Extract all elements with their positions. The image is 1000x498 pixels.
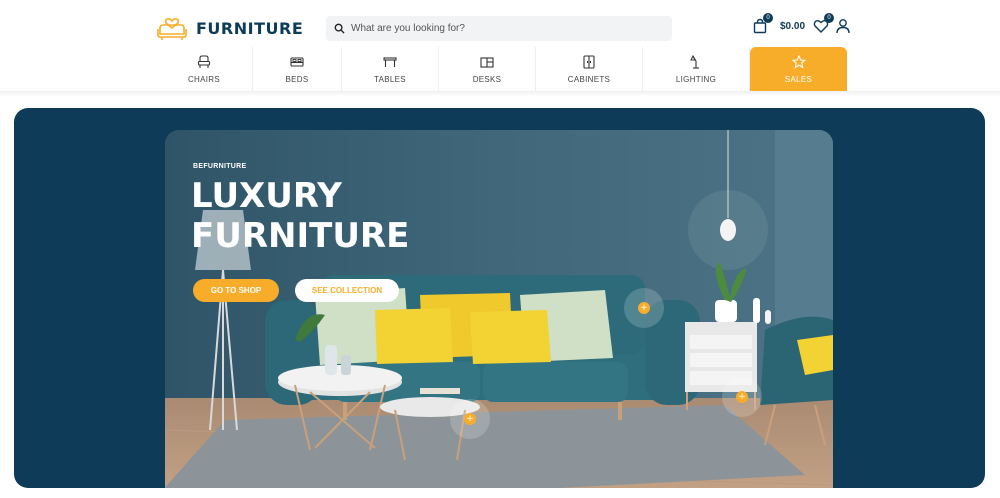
desk-icon (480, 56, 494, 68)
see-collection-button[interactable]: SEE COLLECTION (295, 279, 399, 302)
product-hotspot[interactable]: + (722, 377, 762, 417)
bed-icon (290, 56, 304, 67)
nav-label: BEDS (285, 74, 309, 84)
cart-total[interactable]: $0.00 (780, 21, 805, 32)
lamp-icon (690, 54, 699, 69)
logo-text: FURNITURE (196, 18, 304, 38)
search-input[interactable] (351, 23, 651, 34)
search-bar[interactable] (326, 16, 672, 41)
nav-label: SALES (784, 74, 813, 84)
sofa-heart-logo-icon (157, 18, 187, 40)
site-header: FURNITURE 0 $0.00 0 (0, 0, 1000, 96)
logo[interactable]: FURNITURE (156, 14, 303, 42)
nav-label: LIGHTING (675, 74, 717, 84)
nav-item-lighting[interactable]: LIGHTING (643, 47, 750, 91)
hero-headline: LUXURY FURNITURE (191, 176, 410, 256)
hero-image: BEFURNITURE LUXURY FURNITURE GO TO SHOP … (165, 130, 833, 488)
search-icon (334, 23, 345, 34)
plus-icon: + (638, 302, 650, 314)
user-icon (836, 19, 850, 34)
product-hotspot[interactable]: + (624, 288, 664, 328)
account-button[interactable] (835, 18, 851, 34)
wishlist-button[interactable]: 0 (813, 13, 835, 34)
nav-item-desks[interactable]: DESKS (439, 47, 536, 91)
cart-button[interactable]: 0 (752, 13, 773, 34)
nav-label: DESKS (472, 74, 502, 84)
hero-banner: BEFURNITURE LUXURY FURNITURE GO TO SHOP … (14, 108, 985, 488)
nav-item-tables[interactable]: TABLES (342, 47, 439, 91)
nav-label: CABINETS (567, 74, 611, 84)
header-divider (0, 91, 1000, 96)
plus-icon: + (464, 413, 476, 425)
cart-count-badge: 0 (763, 13, 773, 23)
nav-label: TABLES (374, 74, 406, 84)
go-to-shop-button[interactable]: GO TO SHOP (193, 279, 279, 302)
nav-item-beds[interactable]: BEDS (253, 47, 342, 91)
product-hotspot[interactable]: + (450, 399, 490, 439)
cabinet-icon (583, 54, 595, 69)
wishlist-count-badge: 0 (824, 13, 835, 23)
table-icon (383, 56, 397, 67)
nav-item-sales[interactable]: SALES (750, 47, 847, 91)
nav-label: CHAIRS (187, 74, 221, 84)
chair-icon (197, 54, 211, 68)
plus-icon: + (736, 391, 748, 403)
category-nav: CHAIRS BEDS TABLES DESKS CABINETS LIGHTI… (156, 47, 847, 91)
hero-eyebrow: BEFURNITURE (193, 163, 247, 170)
nav-item-cabinets[interactable]: CABINETS (536, 47, 643, 91)
nav-item-chairs[interactable]: CHAIRS (156, 47, 253, 91)
star-icon (791, 54, 806, 69)
